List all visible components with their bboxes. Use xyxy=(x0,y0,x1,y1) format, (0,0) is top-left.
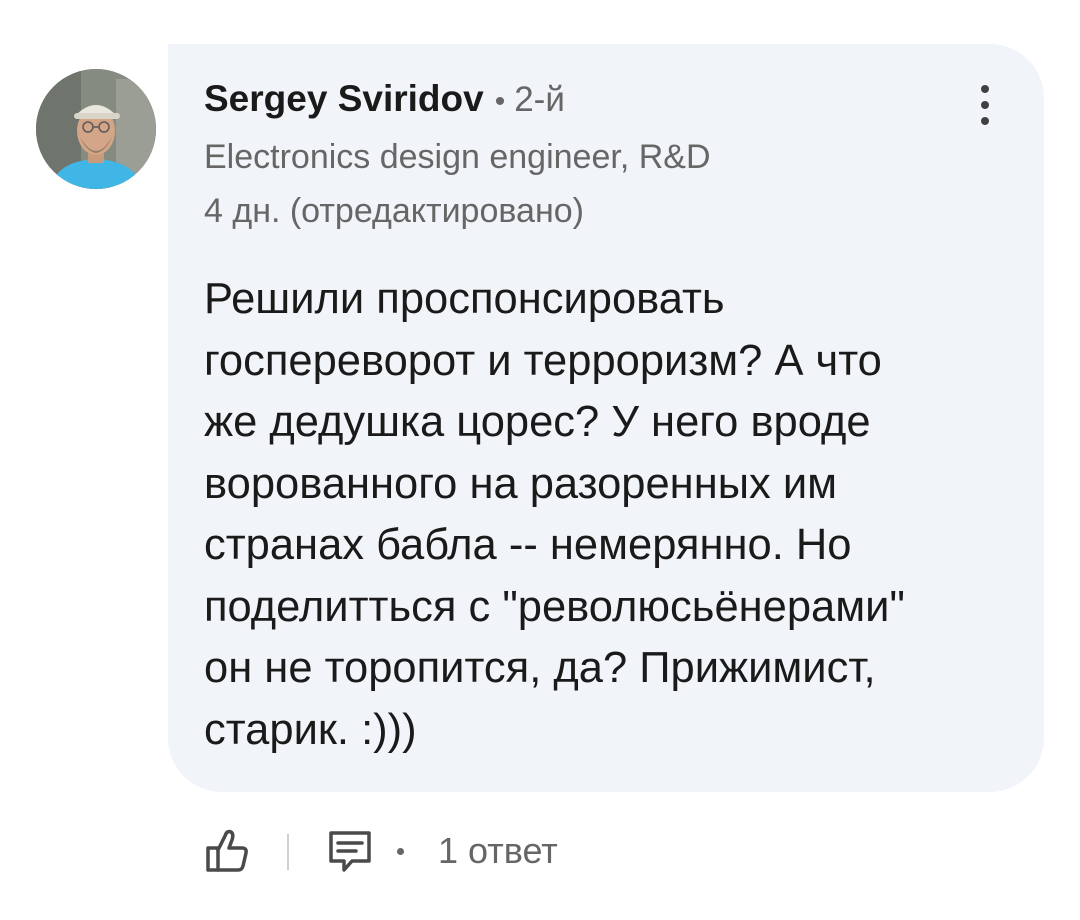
reply-button[interactable] xyxy=(322,824,378,880)
author-name[interactable]: Sergey Sviridov xyxy=(204,78,484,120)
author-separator-dot: • xyxy=(494,85,506,118)
connection-degree: 2-й xyxy=(514,80,565,119)
thumbs-up-icon xyxy=(206,829,248,872)
comment-reply-icon xyxy=(329,831,371,872)
actions-separator-dot xyxy=(397,848,404,855)
actions-divider xyxy=(287,834,289,870)
comment-actions: 1 ответ xyxy=(0,822,1080,882)
avatar[interactable] xyxy=(36,69,156,189)
comment-text: Решили проспонсировать госпереворот и те… xyxy=(204,275,905,754)
author-headline: Electronics design engineer, R&D xyxy=(204,138,711,176)
more-options-button[interactable] xyxy=(962,80,1008,130)
more-vertical-icon xyxy=(981,85,989,125)
like-button[interactable] xyxy=(198,822,254,878)
author-line: Sergey Sviridov • 2-й xyxy=(204,78,565,128)
reply-count[interactable]: 1 ответ xyxy=(438,830,558,872)
profile-photo xyxy=(36,69,156,189)
comment-timestamp: 4 дн. (отредактировано) xyxy=(204,192,584,230)
